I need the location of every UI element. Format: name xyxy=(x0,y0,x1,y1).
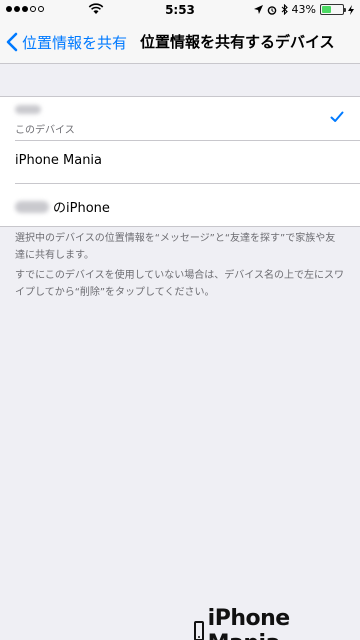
watermark-logo: iPhone Mania xyxy=(194,606,360,640)
charging-bolt-icon xyxy=(348,4,354,15)
device-subtitle: このデバイス xyxy=(15,125,75,136)
back-button-label: 位置情報を共有 xyxy=(22,33,128,52)
chevron-left-icon xyxy=(6,32,18,52)
checkmark-icon xyxy=(330,111,344,122)
bluetooth-icon xyxy=(281,4,288,15)
device-name-blurred-prefix xyxy=(15,200,49,213)
device-name: のiPhone xyxy=(53,201,110,216)
alarm-icon xyxy=(267,5,276,15)
watermark-text: iPhone Mania xyxy=(207,606,291,640)
device-row-iphone-mania[interactable]: iPhone Mania xyxy=(0,140,360,183)
phone-icon xyxy=(194,621,204,640)
footer-description: 選択中のデバイスの位置情報を“メッセージ”と“友達を探す”で家族や友達に共有しま… xyxy=(15,233,336,261)
battery-icon xyxy=(320,4,346,15)
location-arrow-icon xyxy=(253,5,263,14)
back-button[interactable]: 位置情報を共有 xyxy=(6,20,127,64)
footer-delete-hint: すでにこのデバイスを使用していない場合は、デバイス名の上で左にスワイプしてから“… xyxy=(15,270,344,298)
navigation-bar: 位置情報を共有 位置情報を共有するデバイス xyxy=(0,20,360,64)
page-title: 位置情報を共有するデバイス xyxy=(140,33,335,51)
device-name-blurred xyxy=(15,105,41,114)
device-row-this-device[interactable]: このデバイス xyxy=(0,97,360,140)
battery-percent: 43% xyxy=(291,3,316,16)
status-bar: 5:53 43% xyxy=(0,0,360,20)
device-list: このデバイス iPhone Mania のiPhone xyxy=(0,96,360,227)
device-name: iPhone Mania xyxy=(15,153,103,168)
device-row-other-iphone[interactable]: のiPhone xyxy=(0,183,360,226)
device-name-wrapper: のiPhone xyxy=(15,197,110,216)
